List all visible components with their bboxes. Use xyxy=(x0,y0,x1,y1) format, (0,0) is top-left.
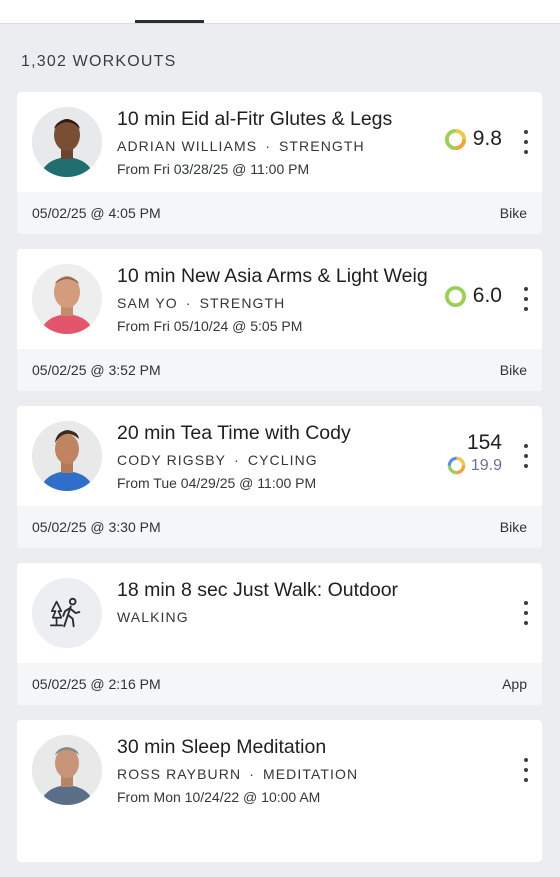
walking-icon xyxy=(49,597,81,628)
card-footer: 05/02/25 @ 3:30 PM Bike xyxy=(17,506,542,548)
workout-original-airdate: From Fri 05/10/24 @ 5:05 PM xyxy=(117,318,303,334)
more-options-icon[interactable] xyxy=(522,130,530,154)
workout-category: MEDITATION xyxy=(262,766,359,782)
workout-original-airdate: From Fri 03/28/25 @ 11:00 PM xyxy=(117,161,310,177)
total-output-value: 154 xyxy=(466,431,502,454)
strive-score: 6.0 xyxy=(444,284,502,308)
top-tab-bar xyxy=(0,0,560,24)
completed-date: 05/02/25 @ 2:16 PM xyxy=(32,676,161,692)
workout-meta: CODY RIGSBY · CYCLING xyxy=(117,452,318,468)
instructor-avatar xyxy=(32,421,102,491)
workout-original-airdate: From Mon 10/24/22 @ 10:00 AM xyxy=(117,789,321,805)
workout-card[interactable]: 10 min Eid al-Fitr Glutes & Legs ADRIAN … xyxy=(17,92,542,234)
platform-label: App xyxy=(502,676,527,692)
platform-label: Bike xyxy=(499,205,527,221)
workout-meta: ROSS RAYBURN · MEDITATION xyxy=(117,766,358,782)
workout-category: CYCLING xyxy=(247,452,318,468)
instructor-name: ROSS RAYBURN xyxy=(117,766,242,782)
platform-label: Bike xyxy=(499,362,527,378)
workout-title: 18 min 8 sec Just Walk: Outdoor xyxy=(117,579,399,601)
workout-title: 30 min Sleep Meditation xyxy=(117,736,327,758)
workout-original-airdate: From Tue 04/29/25 @ 11:00 PM xyxy=(117,475,317,491)
instructor-avatar xyxy=(32,264,102,334)
strive-ring-icon xyxy=(444,128,466,150)
instructor-avatar xyxy=(32,735,102,805)
strive-ring-icon xyxy=(447,456,466,475)
more-options-icon[interactable] xyxy=(522,287,530,311)
workout-meta: ADRIAN WILLIAMS · STRENGTH xyxy=(117,138,365,154)
card-footer: 05/02/25 @ 4:05 PM Bike xyxy=(17,192,542,234)
workout-card[interactable]: 10 min New Asia Arms & Light Weights SAM… xyxy=(17,249,542,391)
workout-list: 10 min Eid al-Fitr Glutes & Legs ADRIAN … xyxy=(17,92,542,877)
completed-date: 05/02/25 @ 4:05 PM xyxy=(32,205,161,221)
workout-card[interactable]: 30 min Sleep Meditation ROSS RAYBURN · MED… xyxy=(17,720,542,862)
output-metrics: 154 19.9 xyxy=(447,431,502,475)
instructor-avatar xyxy=(32,107,102,177)
walking-avatar xyxy=(32,578,102,648)
workout-title: 10 min New Asia Arms & Light Weights xyxy=(117,265,427,287)
strive-score-value: 6.0 xyxy=(472,284,502,307)
workout-category: STRENGTH xyxy=(199,295,286,311)
instructor-name: SAM YO xyxy=(117,295,178,311)
separator-dot: · xyxy=(185,295,192,311)
completed-date: 05/02/25 @ 3:30 PM xyxy=(32,519,161,535)
platform-label: Bike xyxy=(499,519,527,535)
more-options-icon[interactable] xyxy=(522,444,530,468)
workout-card[interactable]: 20 min Tea Time with Cody CODY RIGSBY · CY… xyxy=(17,406,542,548)
instructor-name: CODY RIGSBY xyxy=(117,452,227,468)
workout-meta: SAM YO · STRENGTH xyxy=(117,295,285,311)
workout-category: WALKING xyxy=(117,609,189,625)
workout-count-header: 1,302 WORKOUTS xyxy=(21,53,177,70)
more-options-icon[interactable] xyxy=(522,601,530,625)
instructor-name: ADRIAN WILLIAMS xyxy=(117,138,258,154)
separator-dot: · xyxy=(234,452,240,468)
workout-meta: WALKING xyxy=(117,609,189,625)
workout-category: STRENGTH xyxy=(278,138,365,154)
more-options-icon[interactable] xyxy=(522,758,530,782)
strive-score-value: 19.9 xyxy=(470,456,502,474)
strive-ring-icon xyxy=(444,285,466,307)
separator-dot: · xyxy=(249,766,255,782)
card-footer: 05/02/25 @ 3:52 PM Bike xyxy=(17,349,542,391)
card-footer: 05/02/25 @ 2:16 PM App xyxy=(17,663,542,705)
completed-date: 05/02/25 @ 3:52 PM xyxy=(32,362,161,378)
separator-dot: · xyxy=(265,138,271,154)
strive-score: 19.9 xyxy=(447,456,502,475)
workout-title: 10 min Eid al-Fitr Glutes & Legs xyxy=(117,108,393,130)
workout-title: 20 min Tea Time with Cody xyxy=(117,422,351,444)
strive-score-value: 9.8 xyxy=(472,127,502,150)
strive-score: 9.8 xyxy=(444,127,502,151)
active-tab-indicator xyxy=(135,20,204,23)
workout-card[interactable]: 18 min 8 sec Just Walk: Outdoor WALKING … xyxy=(17,563,542,705)
